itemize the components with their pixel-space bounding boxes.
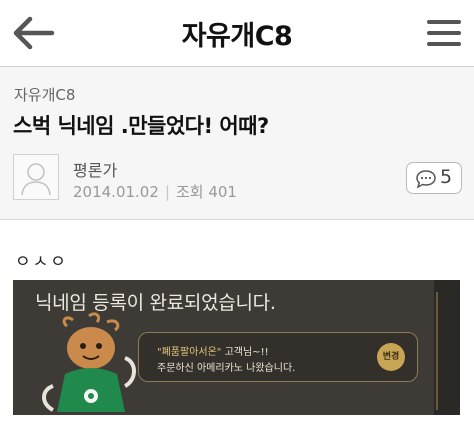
post-body-text: ㅇㅅㅇ: [15, 252, 68, 272]
speech-bubble-icon: [416, 170, 436, 189]
customer-nickname: "폐품팔아서온": [157, 347, 222, 358]
change-button: 변경: [377, 343, 405, 371]
embedded-screenshot-image: 닉네임 등록이 완료되었습니다. "폐품팔아서온" 고객님~!! 주문하신 아메…: [13, 280, 460, 415]
meta-divider: |: [164, 183, 170, 201]
customer-suffix: 고객님~!!: [221, 347, 269, 358]
views-label: 조회: [175, 183, 204, 201]
views-count: 401: [208, 183, 237, 201]
order-message-bubble: "폐품팔아서온" 고객님~!! 주문하신 아메리카노 나왔습니다. 변경: [138, 332, 418, 382]
author-name[interactable]: 평론가: [73, 157, 117, 181]
barista-mascot-icon: [42, 312, 136, 412]
screen-edge-line: [436, 292, 438, 410]
menu-button[interactable]: [426, 17, 462, 49]
post-date: 2014.01.02: [73, 183, 159, 201]
comment-count: 5: [440, 166, 453, 188]
top-app-bar: 자유개C8: [0, 0, 474, 67]
bubble-line-2: 주문하신 아메리카노 나왔습니다.: [157, 363, 296, 374]
post-title: 스벅 닉네임 .만들었다! 어때?: [13, 114, 269, 138]
post-header: 자유개C8 스벅 닉네임 .만들었다! 어때? 평론가 2014.01.02 | 조…: [0, 67, 474, 220]
page-title: 자유개C8: [181, 21, 293, 52]
board-name[interactable]: 자유개C8: [14, 84, 75, 105]
user-silhouette-icon: [21, 163, 51, 196]
comment-button[interactable]: 5: [406, 162, 462, 194]
hamburger-menu-icon: [427, 20, 461, 46]
post-meta: 2014.01.02 | 조회 401: [73, 181, 237, 202]
bubble-line-1: "폐품팔아서온" 고객님~!!: [157, 343, 269, 358]
avatar[interactable]: [13, 154, 59, 200]
